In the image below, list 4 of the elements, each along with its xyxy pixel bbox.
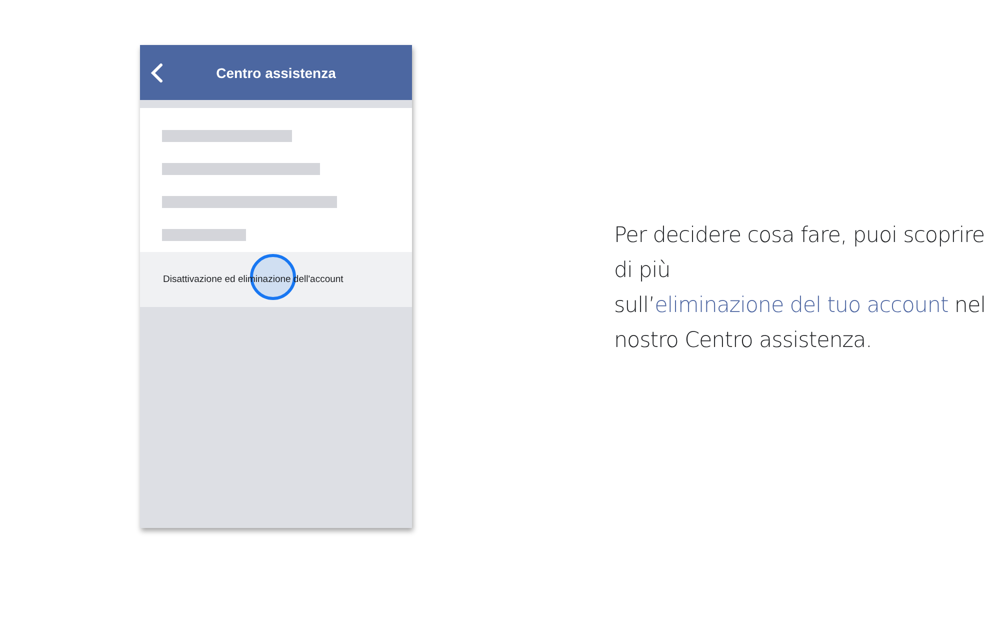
header-title: Centro assistenza xyxy=(216,64,336,80)
back-icon[interactable] xyxy=(150,63,164,83)
description-text: Per decidere cosa fare, puoi scoprire di più sull’eliminazione del tuo account nel nostro Centro assistenza. xyxy=(614,222,986,355)
help-link[interactable]: eliminazione del tuo account xyxy=(654,293,948,318)
